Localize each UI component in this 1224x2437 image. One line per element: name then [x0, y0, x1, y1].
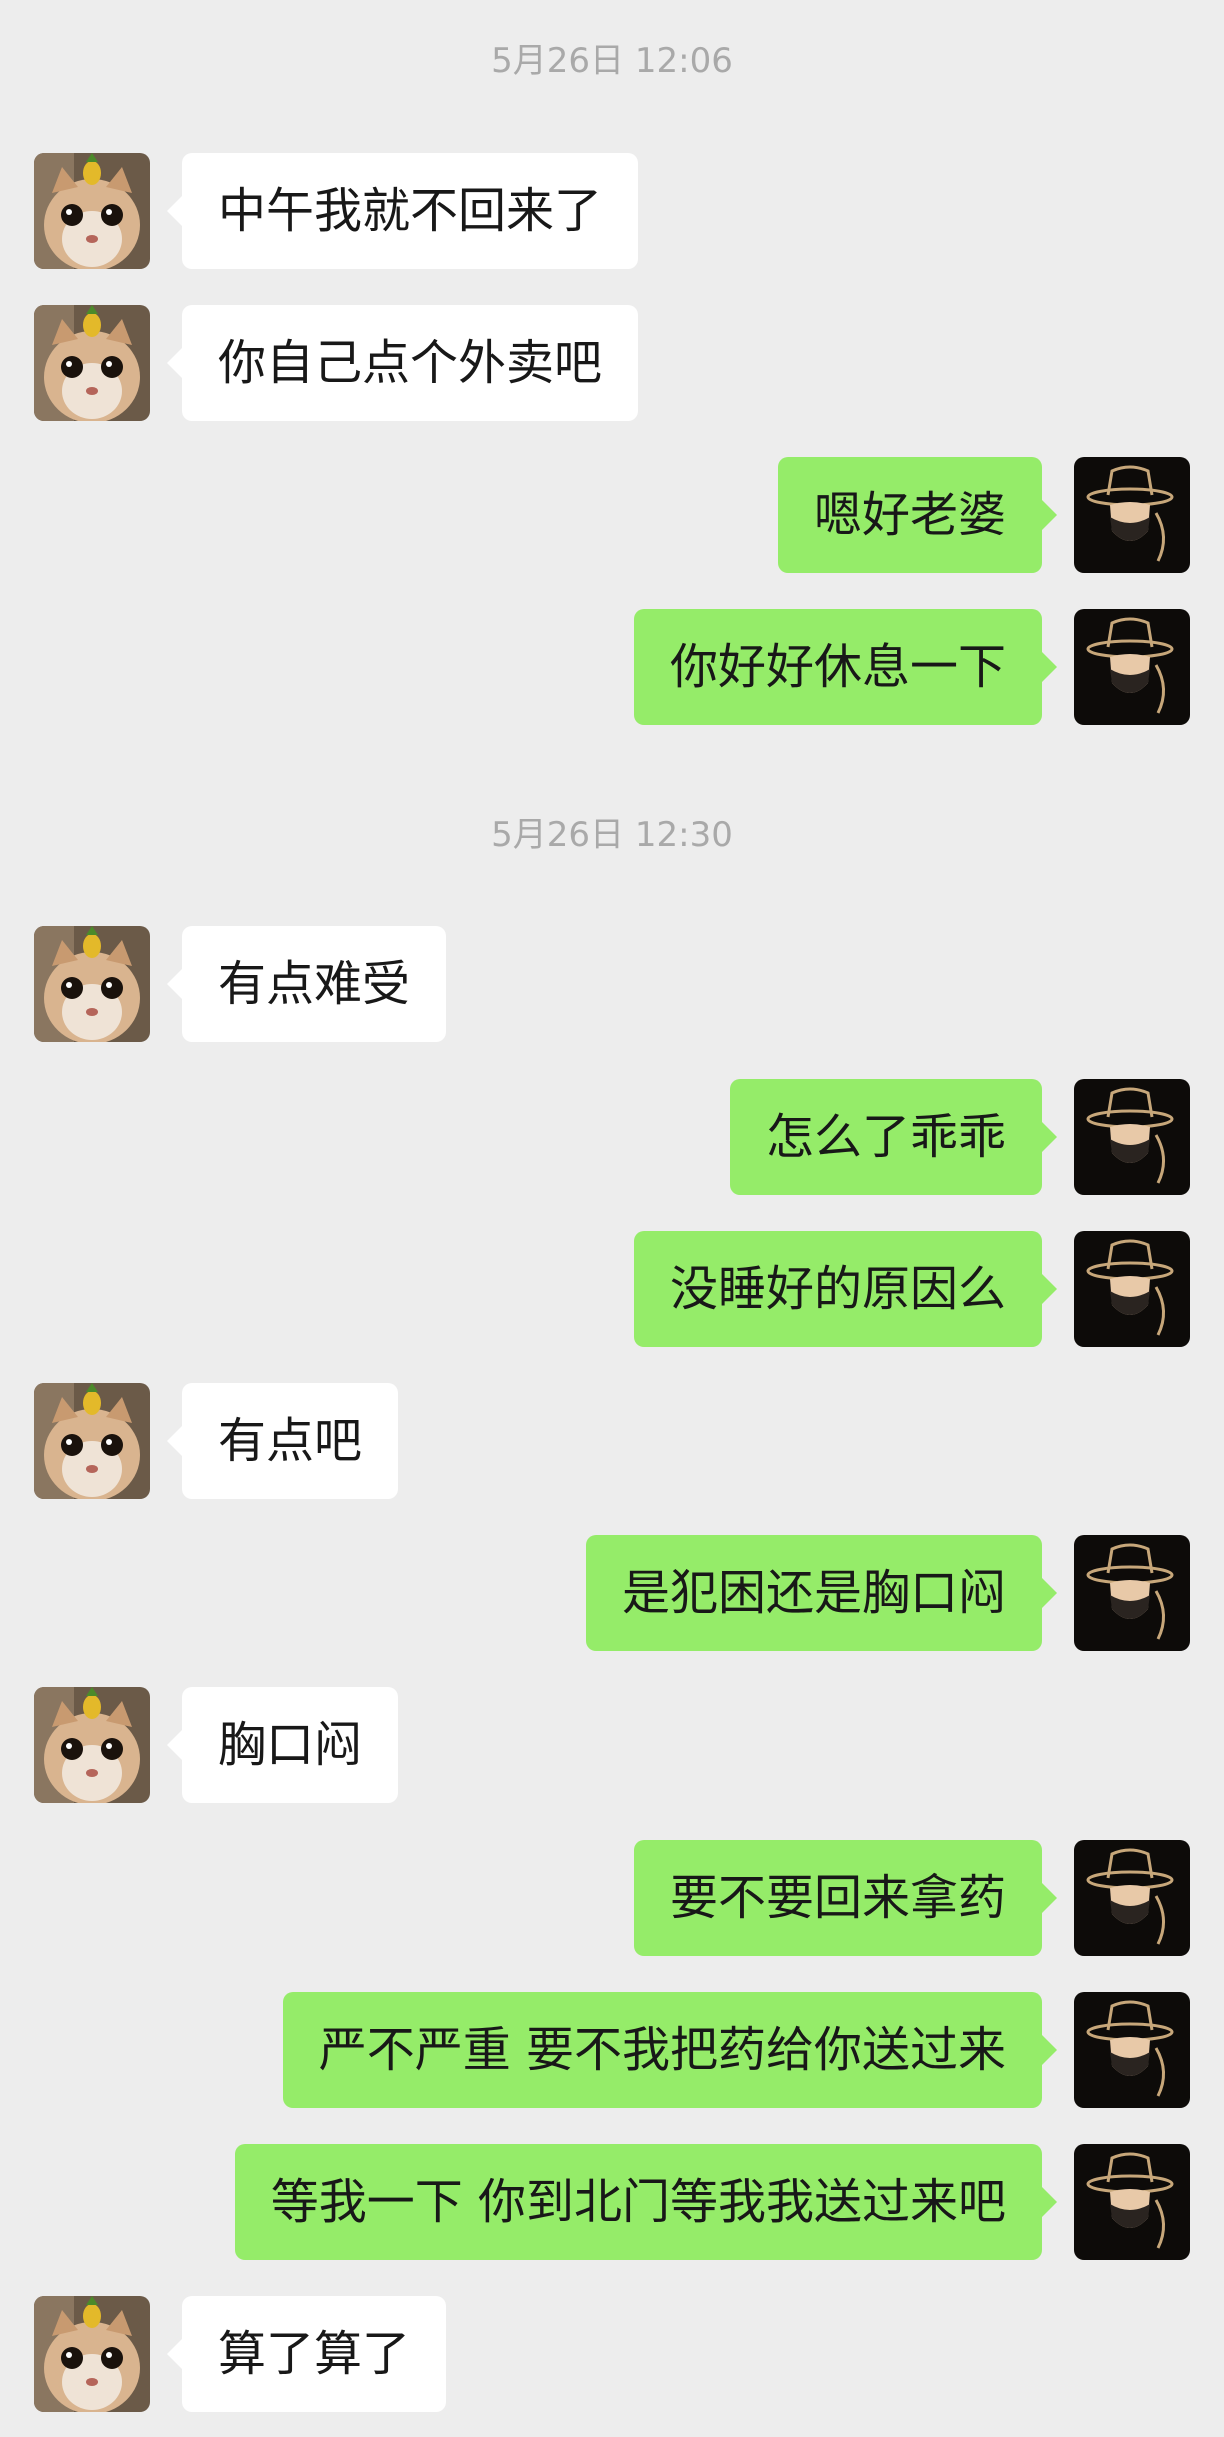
message-bubble[interactable]: 你自己点个外卖吧	[166, 305, 639, 421]
message-bubble[interactable]: 中午我就不回来了	[166, 153, 639, 269]
message-row: 胸口闷	[0, 1687, 1224, 1803]
message-row: 你好好休息一下	[0, 609, 1224, 725]
message-row: 等我一下 你到北门等我我送过来吧	[0, 2144, 1224, 2260]
man-avatar-icon[interactable]	[1074, 2144, 1190, 2260]
message-row: 是犯困还是胸口闷	[0, 1535, 1224, 1651]
message-row: 算了算了	[0, 2296, 1224, 2412]
man-avatar-icon[interactable]	[1074, 1079, 1190, 1195]
message-bubble[interactable]: 等我一下 你到北门等我我送过来吧	[234, 2144, 1058, 2260]
message-bubble[interactable]: 严不严重 要不我把药给你送过来	[282, 1992, 1058, 2108]
message-bubble[interactable]: 有点难受	[166, 926, 447, 1042]
cat-avatar-icon[interactable]	[34, 926, 150, 1042]
message-bubble[interactable]: 是犯困还是胸口闷	[585, 1535, 1058, 1651]
message-row: 有点吧	[0, 1383, 1224, 1499]
cat-avatar-icon[interactable]	[34, 153, 150, 269]
message-bubble[interactable]: 你好好休息一下	[633, 609, 1058, 725]
cat-avatar-icon[interactable]	[34, 1687, 150, 1803]
message-bubble[interactable]: 嗯好老婆	[777, 457, 1058, 573]
message-row: 嗯好老婆	[0, 457, 1224, 573]
message-row: 有点难受	[0, 926, 1224, 1042]
man-avatar-icon[interactable]	[1074, 457, 1190, 573]
message-bubble[interactable]: 没睡好的原因么	[633, 1231, 1058, 1347]
man-avatar-icon[interactable]	[1074, 1840, 1190, 1956]
cat-avatar-icon[interactable]	[34, 305, 150, 421]
man-avatar-icon[interactable]	[1074, 1535, 1190, 1651]
man-avatar-icon[interactable]	[1074, 609, 1190, 725]
message-bubble[interactable]: 胸口闷	[166, 1687, 399, 1803]
timestamp: 5月26日 12:30	[491, 815, 733, 855]
message-row: 严不严重 要不我把药给你送过来	[0, 1992, 1224, 2108]
message-bubble[interactable]: 有点吧	[166, 1383, 399, 1499]
message-row: 中午我就不回来了	[0, 153, 1224, 269]
message-row: 要不要回来拿药	[0, 1840, 1224, 1956]
timestamp: 5月26日 12:06	[491, 41, 733, 81]
man-avatar-icon[interactable]	[1074, 1231, 1190, 1347]
message-bubble[interactable]: 要不要回来拿药	[633, 1840, 1058, 1956]
message-row: 没睡好的原因么	[0, 1231, 1224, 1347]
cat-avatar-icon[interactable]	[34, 1383, 150, 1499]
message-row: 你自己点个外卖吧	[0, 305, 1224, 421]
message-row: 怎么了乖乖	[0, 1079, 1224, 1195]
man-avatar-icon[interactable]	[1074, 1992, 1190, 2108]
message-bubble[interactable]: 算了算了	[166, 2296, 447, 2412]
message-bubble[interactable]: 怎么了乖乖	[729, 1079, 1058, 1195]
cat-avatar-icon[interactable]	[34, 2296, 150, 2412]
